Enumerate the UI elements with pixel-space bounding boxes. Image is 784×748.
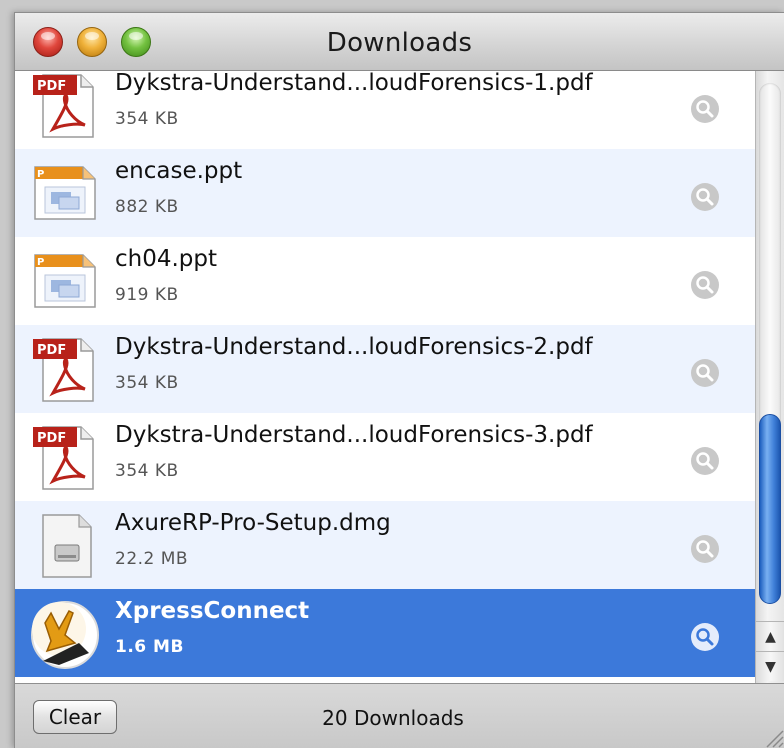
ppt-file-icon: P: [29, 159, 101, 229]
dmg-file-icon: [29, 511, 101, 581]
download-file-size: 1.6 MB: [115, 637, 184, 657]
resize-grip-icon[interactable]: [759, 723, 784, 748]
vertical-scrollbar[interactable]: ▲ ▼: [755, 71, 784, 683]
downloads-list: PDF Dykstra-Understand...loudForensics-1…: [15, 71, 755, 683]
downloads-window: Downloads PDF Dykstra-Understand...loudF…: [14, 12, 784, 748]
download-item[interactable]: PDF Dykstra-Understand...loudForensics-3…: [15, 413, 755, 501]
download-file-name: XpressConnect: [115, 598, 310, 624]
magnifier-icon[interactable]: [691, 623, 719, 651]
bottom-bar: Clear 20 Downloads: [15, 683, 784, 748]
scroll-thumb[interactable]: [759, 414, 781, 604]
download-file-name: AxureRP-Pro-Setup.dmg: [115, 510, 391, 536]
magnifier-icon[interactable]: [691, 535, 719, 563]
pdf-file-icon: PDF: [29, 71, 101, 141]
svg-text:P: P: [37, 257, 44, 268]
app-file-icon: [29, 599, 101, 669]
magnifier-icon[interactable]: [691, 359, 719, 387]
magnifier-icon[interactable]: [691, 447, 719, 475]
download-file-size: 882 KB: [115, 197, 179, 217]
svg-text:PDF: PDF: [37, 79, 66, 94]
scroll-down-arrow-icon[interactable]: ▼: [756, 651, 784, 681]
download-file-name: encase.ppt: [115, 158, 243, 184]
pdf-file-icon: PDF: [29, 423, 101, 493]
svg-text:PDF: PDF: [37, 343, 66, 358]
scroll-up-arrow-icon[interactable]: ▲: [756, 621, 784, 651]
magnifier-icon[interactable]: [691, 183, 719, 211]
download-file-size: 354 KB: [115, 109, 179, 129]
download-item[interactable]: P ch04.ppt 919 KB: [15, 237, 755, 325]
download-file-size: 22.2 MB: [115, 549, 189, 569]
svg-text:P: P: [37, 169, 44, 180]
download-item[interactable]: PDF Dykstra-Understand...loudForensics-2…: [15, 325, 755, 413]
download-file-name: Dykstra-Understand...loudForensics-2.pdf: [115, 334, 593, 360]
download-file-size: 354 KB: [115, 373, 179, 393]
ppt-file-icon: P: [29, 247, 101, 317]
download-file-name: Dykstra-Understand...loudForensics-1.pdf: [115, 71, 593, 96]
download-item[interactable]: PDF Dykstra-Understand...loudForensics-1…: [15, 71, 755, 149]
window-title: Downloads: [326, 28, 473, 58]
download-file-size: 919 KB: [115, 285, 179, 305]
svg-text:PDF: PDF: [37, 431, 66, 446]
download-item[interactable]: XpressConnect 1.6 MB: [15, 589, 755, 677]
download-item[interactable]: P encase.ppt 882 KB: [15, 149, 755, 237]
downloads-count: 20 Downloads: [322, 706, 464, 730]
download-file-name: Dykstra-Understand...loudForensics-3.pdf: [115, 422, 593, 448]
download-item[interactable]: AxureRP-Pro-Setup.dmg 22.2 MB: [15, 501, 755, 589]
magnifier-icon[interactable]: [691, 95, 719, 123]
magnifier-icon[interactable]: [691, 271, 719, 299]
pdf-file-icon: PDF: [29, 335, 101, 405]
download-file-name: ch04.ppt: [115, 246, 218, 272]
download-file-size: 354 KB: [115, 461, 179, 481]
title-bar[interactable]: Downloads: [15, 13, 784, 71]
